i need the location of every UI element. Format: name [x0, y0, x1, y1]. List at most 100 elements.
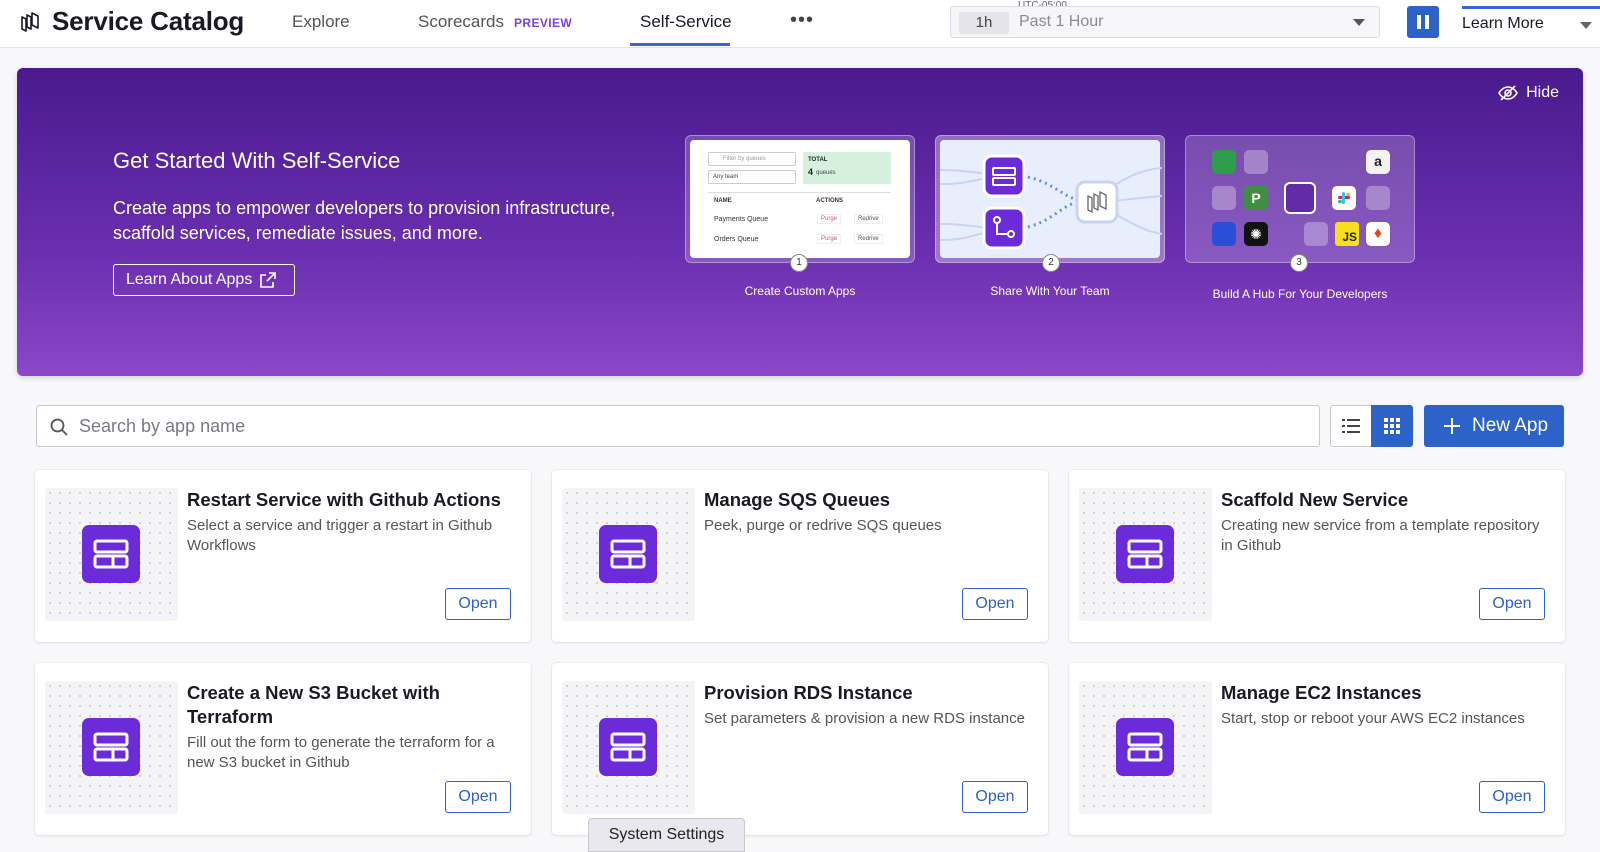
active-tab-indicator	[630, 43, 730, 46]
chevron-down-icon	[1353, 19, 1365, 26]
tab-explore[interactable]: Explore	[292, 12, 350, 32]
learn-more-menu[interactable]: Learn More	[1462, 6, 1600, 38]
time-range-label: Past 1 Hour	[1019, 13, 1104, 30]
promo-caption: Build A Hub For Your Developers	[1212, 287, 1388, 301]
tab-self-service[interactable]: Self-Service	[640, 12, 732, 32]
app-icon	[1116, 525, 1174, 583]
amazon-icon: a	[1366, 150, 1390, 174]
list-icon	[1342, 419, 1360, 433]
javascript-icon: JS	[1335, 222, 1359, 246]
mini-total-label: TOTAL	[808, 157, 828, 163]
mini-divider	[708, 192, 891, 193]
top-navigation: Service Catalog Explore Scorecards PREVI…	[0, 0, 1600, 48]
app-description: Fill out the form to generate the terraf…	[187, 734, 495, 771]
app-thumbnail	[562, 488, 695, 621]
mini-row-name: Payments Queue	[714, 216, 769, 223]
plus-icon	[1444, 418, 1460, 434]
open-app-button[interactable]: Open	[962, 588, 1028, 620]
mini-purge-button: Purge	[817, 234, 842, 244]
mini-team-select-value: Any team	[713, 174, 739, 180]
share-diagram-graphic	[939, 154, 1163, 250]
learn-about-apps-label: Learn About Apps	[126, 271, 253, 288]
time-range-short: 1h	[959, 12, 1009, 34]
app-icon	[82, 718, 140, 776]
app-card[interactable]: Restart Service with Github Actions Selec…	[35, 470, 531, 642]
eye-off-icon	[1498, 85, 1519, 101]
pagerduty-icon: P	[1244, 186, 1268, 210]
hide-label: Hide	[1526, 84, 1559, 101]
hide-banner-button[interactable]: Hide	[1498, 84, 1559, 102]
step-number: 3	[1290, 254, 1308, 272]
pause-button[interactable]	[1407, 6, 1439, 38]
learn-about-apps-button[interactable]: Learn About Apps	[113, 264, 295, 296]
share-diagram	[939, 140, 1163, 258]
database-integration-icon	[1212, 150, 1236, 174]
promo-caption: Create Custom Apps	[744, 284, 856, 298]
tab-scorecards[interactable]: Scorecards	[418, 12, 504, 32]
open-app-button[interactable]: Open	[962, 781, 1028, 813]
pause-icon	[1417, 15, 1421, 29]
app-card[interactable]: Scaffold New Service Creating new service…	[1069, 470, 1565, 642]
get-started-banner: Hide Get Started With Self-Service Creat…	[17, 68, 1583, 376]
app-card[interactable]: Manage SQS Queues Peek, purge or redrive …	[552, 470, 1048, 642]
system-settings-tooltip: System Settings	[588, 818, 745, 852]
openai-icon: ✺	[1244, 222, 1268, 246]
app-title: Scaffold New Service	[1221, 489, 1409, 510]
app-description: Select a service and trigger a restart i…	[187, 517, 493, 554]
new-app-label: New App	[1472, 415, 1549, 436]
app-thumbnail	[45, 488, 178, 621]
open-app-button[interactable]: Open	[445, 781, 511, 813]
placeholder-icon	[1304, 222, 1328, 246]
promo-build-hub: a P ✺ JS ♦ 3	[1185, 135, 1415, 272]
mini-redrive-button: Redrive	[854, 234, 883, 244]
app-icon	[82, 525, 140, 583]
mini-total-box: TOTAL 4 queues	[803, 152, 891, 184]
new-app-button[interactable]: New App	[1424, 405, 1564, 447]
step-number: 2	[1042, 254, 1060, 272]
search-input[interactable]	[79, 406, 1299, 446]
app-description: Set parameters & provision a new RDS ins…	[704, 710, 1025, 727]
mini-col-actions: ACTIONS	[816, 198, 843, 204]
banner-title: Get Started With Self-Service	[113, 148, 401, 173]
app-thumbnail	[45, 681, 178, 814]
grid-icon	[1384, 418, 1400, 434]
open-app-button[interactable]: Open	[445, 588, 511, 620]
mini-redrive-button: Redrive	[854, 214, 883, 224]
promo-create-custom-apps: Filter by queues Any team TOTAL 4 queues…	[685, 135, 915, 272]
app-title: Create a New S3 Bucket with Terraform	[187, 682, 440, 727]
mini-filter-placeholder: Filter by queues	[723, 156, 766, 162]
mini-total-value: 4	[808, 167, 814, 177]
mini-purge-button: Purge	[817, 214, 842, 224]
jira-icon	[1212, 222, 1236, 246]
app-description: Peek, purge or redrive SQS queues	[704, 517, 942, 534]
mini-filter-input: Filter by queues	[708, 152, 796, 166]
slack-icon	[1332, 186, 1356, 210]
app-search[interactable]	[36, 405, 1320, 447]
list-view-button[interactable]	[1330, 405, 1372, 447]
more-tabs-button[interactable]: •••	[790, 9, 814, 32]
external-link-icon	[260, 272, 277, 288]
app-card[interactable]: Create a New S3 Bucket with Terraform Fil…	[35, 663, 531, 835]
app-card[interactable]: Provision RDS Instance Set parameters & p…	[552, 663, 1048, 835]
mini-queue-table: Filter by queues Any team TOTAL 4 queues…	[690, 140, 910, 258]
mini-team-select: Any team	[708, 170, 796, 184]
app-title: Manage SQS Queues	[704, 489, 891, 510]
mini-col-name: NAME	[714, 198, 732, 204]
app-icon	[1116, 718, 1174, 776]
placeholder-icon	[1366, 186, 1390, 210]
app-title: Service Catalog	[52, 6, 245, 36]
search-icon	[50, 418, 68, 436]
time-range-picker[interactable]: 1h Past 1 Hour	[950, 6, 1380, 38]
open-app-button[interactable]: Open	[1479, 588, 1545, 620]
service-catalog-logo-icon	[21, 11, 39, 32]
step-number: 1	[790, 254, 808, 272]
app-description: Start, stop or reboot your AWS EC2 insta…	[1221, 710, 1525, 727]
brand[interactable]: Service Catalog	[18, 6, 244, 37]
banner-description: Create apps to empower developers to pro…	[113, 198, 616, 243]
app-title: Manage EC2 Instances	[1221, 682, 1422, 703]
app-card[interactable]: Manage EC2 Instances Start, stop or reboo…	[1069, 663, 1565, 835]
grid-view-button[interactable]	[1371, 405, 1413, 447]
integration-icons: a P ✺ JS ♦	[1190, 140, 1410, 258]
open-app-button[interactable]: Open	[1479, 781, 1545, 813]
app-icon	[599, 525, 657, 583]
